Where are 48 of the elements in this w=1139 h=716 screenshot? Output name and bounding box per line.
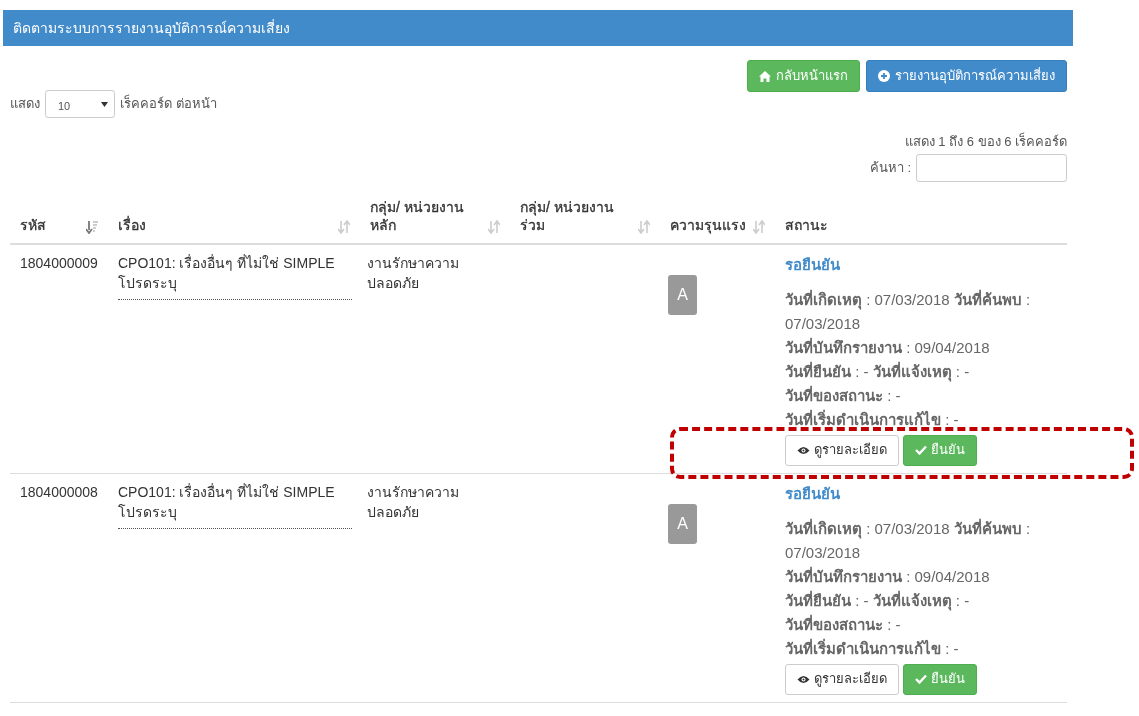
eye-icon [797,674,810,684]
sort-icon[interactable] [638,219,650,234]
status-label: รอยืนยัน [785,254,841,275]
table-cell: 1804000009 [20,254,98,271]
eye-icon [797,445,810,455]
table-cell: งานรักษาความปลอดภัย [367,254,459,291]
panel-title: ติดตามระบบการรายงานอุบัติการณ์ความเสี่ยง [13,18,290,39]
column-header[interactable]: กลุ่ม/ หน่วยงานร่วม [520,197,630,234]
search-label: ค้นหา : [869,158,911,177]
status-detail: วันที่บันทึกรายงาน : 09/04/2018 [785,336,991,358]
caret-icon [101,101,108,107]
status-detail: วันที่เริ่มดำเนินการแก้ไข : - [785,637,960,659]
status-detail: วันที่เริ่มดำเนินการแก้ไข : - [785,408,960,430]
status-detail: วันที่ยืนยัน : - วันที่แจ้งเหตุ : - [785,360,971,384]
status-detail: วันที่ของสถานะ : - [785,384,902,406]
check-icon [915,445,927,455]
details-button[interactable]: ดูรายละเอียด [785,434,899,466]
home-icon [759,70,771,82]
column-header[interactable]: สถานะ [785,215,895,234]
plus-circle-icon [878,70,890,82]
page-size-select[interactable]: 10 [45,90,115,118]
status-detail: วันที่ยืนยัน : - วันที่แจ้งเหตุ : - [785,589,971,613]
table-cell: CPO101: เรื่องอื่นๆ ที่ไม่ใช่ SIMPLE โปรดระบุ [118,483,335,520]
status-detail: วันที่เกิดเหตุ : 07/03/2018 วันที่ค้นพบ : 07/03/2018 [785,517,1032,563]
check-icon [915,674,927,684]
status-label: รอยืนยัน [785,483,841,504]
column-header[interactable]: รหัส [20,215,86,234]
table-cell: CPO101: เรื่องอื่นๆ ที่ไม่ใช่ SIMPLE โปรดระบุ [118,254,335,291]
length-label: แสดง [10,95,40,114]
sort-icon[interactable] [488,219,500,234]
table-cell: งานรักษาความปลอดภัย [367,483,459,520]
details-button[interactable]: ดูรายละเอียด [785,663,899,695]
table-cell: 1804000008 [20,483,98,500]
column-header[interactable]: กลุ่ม/ หน่วยงานหลัก [370,197,480,234]
records-info: แสดง 1 ถึง 6 ของ 6 เร็คคอร์ด [904,132,1067,151]
column-header[interactable]: เรื่อง [118,215,228,234]
search-field[interactable] [916,153,1067,182]
sort-icon[interactable] [338,219,350,234]
report-button[interactable]: รายงานอุบัติการณ์ความเสี่ยง [866,60,1067,92]
column-header[interactable]: ความรุนแรง [670,215,753,234]
sort-descending-icon[interactable] [86,219,98,234]
severity-badge: A [668,503,697,544]
length-label: เร็คคอร์ด ต่อหน้า [120,94,217,114]
sort-icon[interactable] [753,219,765,234]
status-detail: วันที่บันทึกรายงาน : 09/04/2018 [785,565,991,587]
status-detail: วันที่เกิดเหตุ : 07/03/2018 วันที่ค้นพบ : 07/03/2018 [785,288,1032,334]
status-detail: วันที่ของสถานะ : - [785,613,902,635]
severity-badge: A [668,274,697,315]
